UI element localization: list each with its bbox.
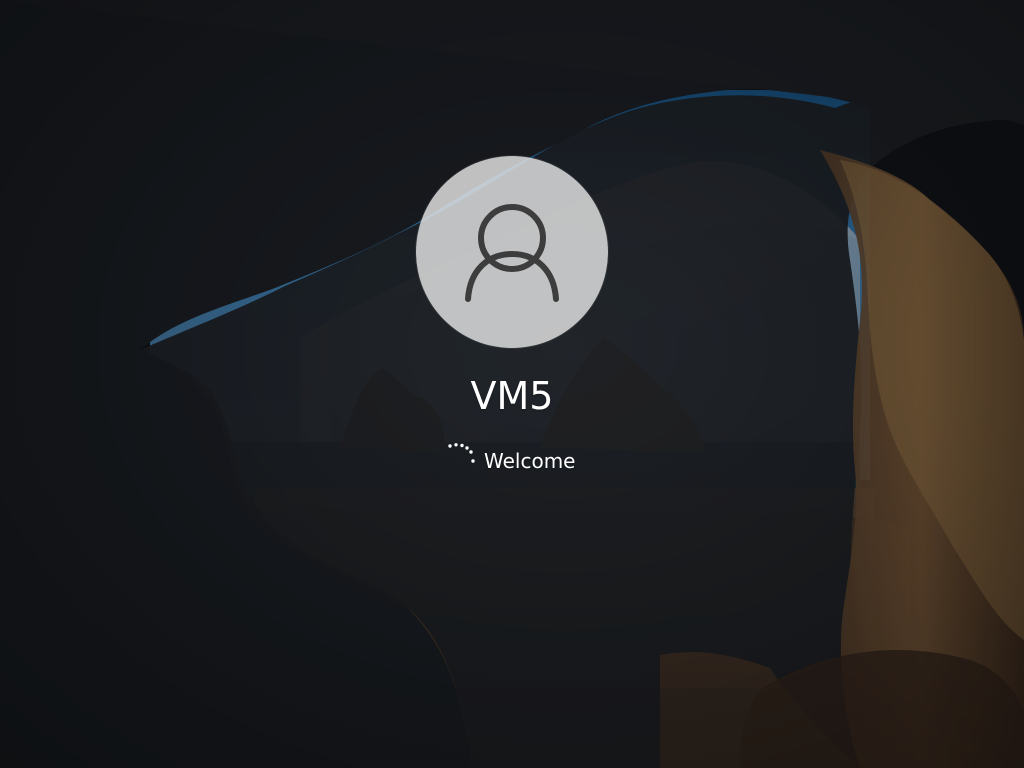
user-avatar [416, 156, 608, 348]
status-text: Welcome [484, 449, 576, 473]
login-status: Welcome [440, 442, 610, 476]
spinner-icon [440, 442, 480, 472]
user-icon [465, 204, 559, 302]
windows-lock-screen: VM5 Welcome [0, 0, 1024, 768]
user-name: VM5 [470, 374, 554, 418]
